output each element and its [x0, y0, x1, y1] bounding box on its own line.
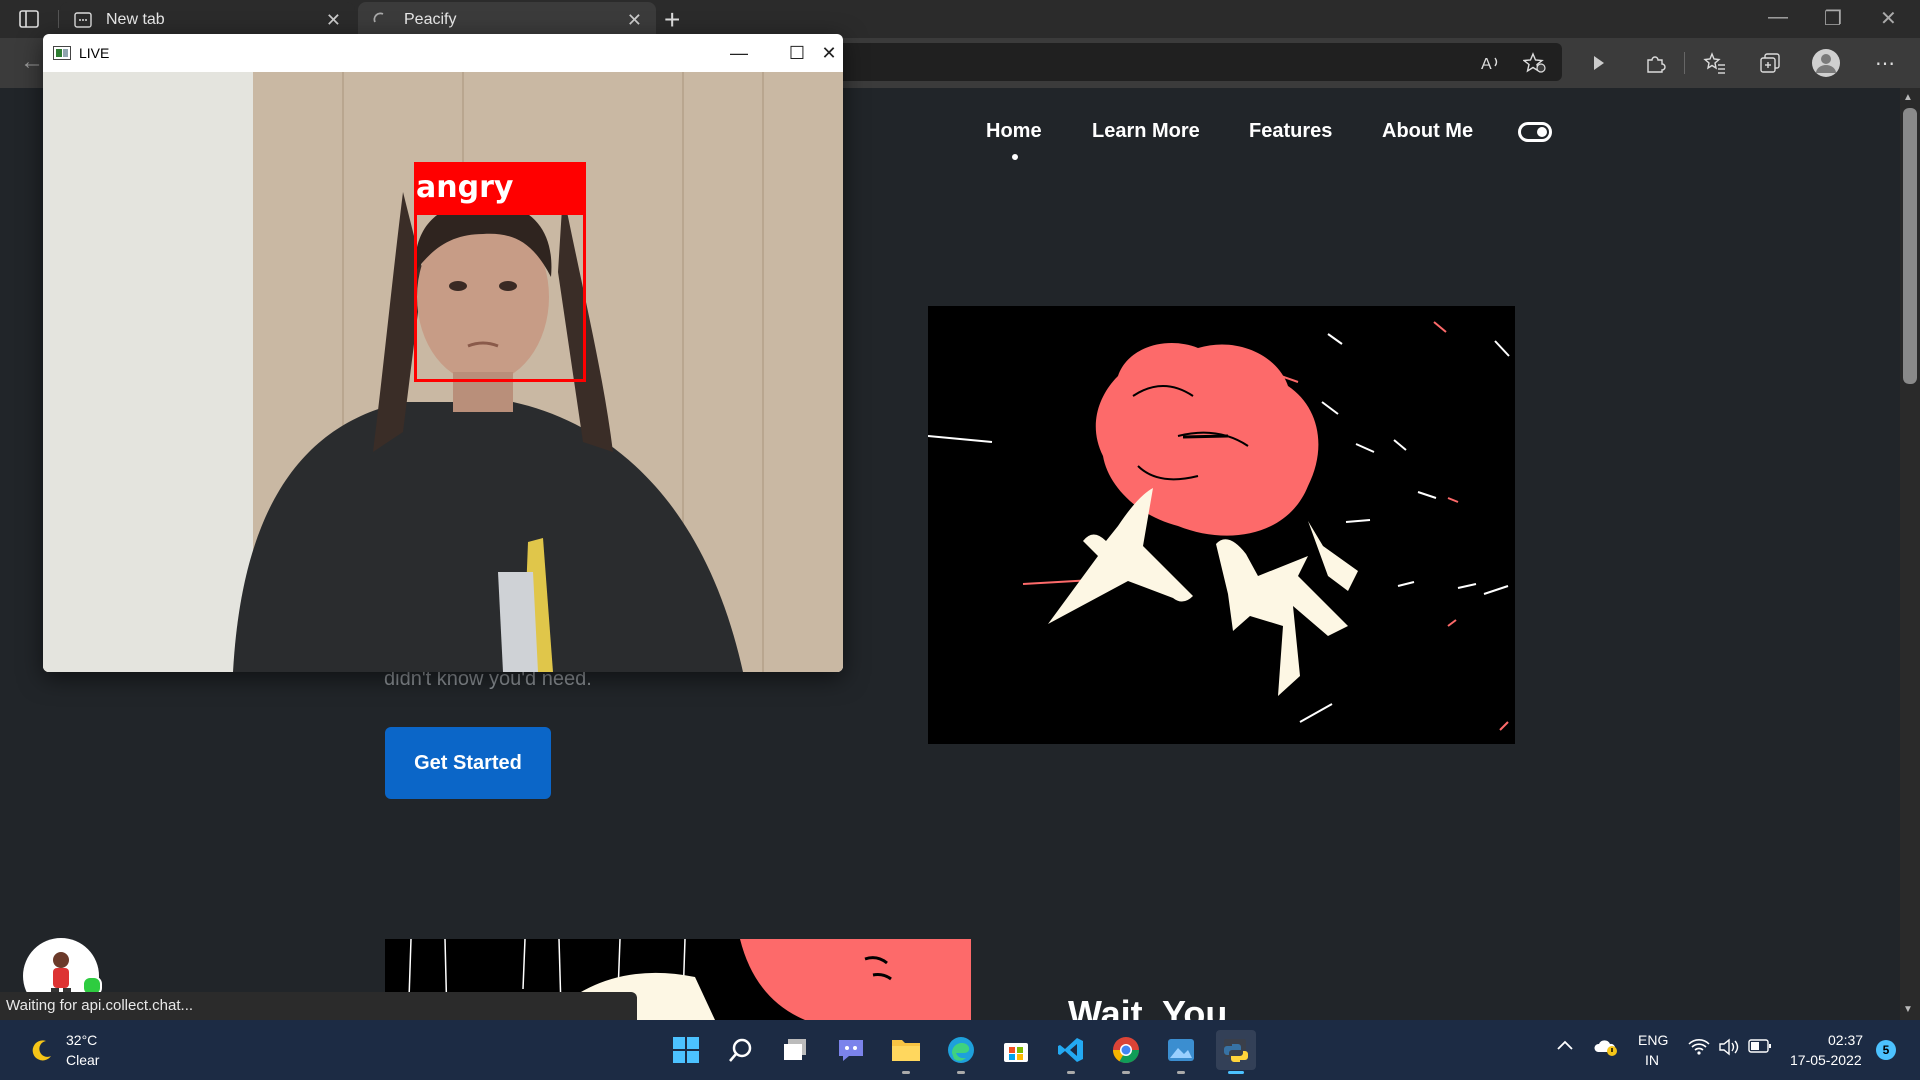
add-favorite-icon[interactable]: [1520, 48, 1550, 78]
start-icon[interactable]: [666, 1030, 706, 1070]
new-tab-page-icon: [74, 11, 92, 29]
section-heading: Wait, You: [1068, 993, 1228, 1020]
tab-new-tab[interactable]: New tab ✕: [60, 2, 355, 38]
loading-spinner-icon: [372, 11, 390, 29]
running-indicator: [1177, 1071, 1185, 1074]
clock-time[interactable]: 02:37: [1828, 1032, 1863, 1048]
face-detection-box: [414, 212, 586, 382]
more-options-icon[interactable]: ⋯: [1870, 48, 1900, 78]
clock-date[interactable]: 17-05-2022: [1790, 1052, 1862, 1068]
notification-badge[interactable]: 5: [1876, 1040, 1896, 1060]
running-indicator: [902, 1071, 910, 1074]
get-started-button[interactable]: Get Started: [385, 727, 551, 799]
scroll-down-arrow-icon[interactable]: ▼: [1903, 1004, 1913, 1015]
windows-taskbar: 32°C Clear ENG IN 02:37 17-05-2022 5: [0, 1020, 1920, 1080]
chevron-right-icon[interactable]: [1584, 48, 1614, 78]
favorites-icon[interactable]: [1700, 48, 1730, 78]
photos-icon[interactable]: [1161, 1030, 1201, 1074]
live-camera-window: LIVE — ☐ ✕ angry: [43, 34, 843, 672]
live-close-icon[interactable]: ✕: [816, 40, 842, 66]
wifi-icon[interactable]: [1688, 1038, 1710, 1061]
tab-separator: [58, 10, 59, 28]
close-tab-icon[interactable]: ✕: [326, 10, 341, 31]
nav-home[interactable]: Home: [986, 120, 1042, 143]
onedrive-warning-icon[interactable]: [1594, 1038, 1618, 1061]
live-minimize-icon[interactable]: —: [726, 40, 752, 66]
running-indicator: [957, 1071, 965, 1074]
read-aloud-icon[interactable]: A: [1476, 48, 1506, 78]
chrome-icon[interactable]: [1106, 1030, 1146, 1074]
running-indicator: [1067, 1071, 1075, 1074]
webcam-feed: angry: [43, 72, 843, 672]
collections-icon[interactable]: [1755, 48, 1785, 78]
tab-peacify[interactable]: Peacify ✕: [358, 2, 656, 38]
weather-description[interactable]: Clear: [66, 1052, 99, 1068]
edge-browser-icon[interactable]: [941, 1030, 981, 1074]
tab-actions-icon[interactable]: [18, 8, 40, 30]
close-tab-icon[interactable]: ✕: [627, 10, 642, 31]
active-app-indicator: [1228, 1071, 1244, 1074]
tab-label: Peacify: [404, 11, 457, 28]
hero-illustration: [927, 306, 1515, 744]
nav-about-me[interactable]: About Me: [1382, 120, 1473, 143]
browser-tab-strip: New tab ✕ Peacify ✕ + — ❐ ✕: [0, 0, 1920, 38]
nav-features[interactable]: Features: [1249, 120, 1332, 143]
scrollbar-thumb[interactable]: [1903, 108, 1917, 384]
theme-toggle[interactable]: [1518, 122, 1552, 142]
microsoft-store-icon[interactable]: [996, 1030, 1036, 1070]
region-indicator[interactable]: IN: [1645, 1052, 1659, 1068]
tab-label: New tab: [106, 11, 165, 28]
battery-icon[interactable]: [1748, 1038, 1772, 1059]
toolbar-separator: [1684, 52, 1685, 74]
svg-text:A: A: [1481, 56, 1492, 73]
running-indicator: [1122, 1071, 1130, 1074]
live-window-title: LIVE: [79, 45, 110, 61]
close-window-icon[interactable]: ✕: [1880, 6, 1897, 31]
moon-weather-icon[interactable]: [28, 1038, 54, 1069]
volume-icon[interactable]: [1718, 1038, 1740, 1061]
new-tab-button[interactable]: +: [664, 4, 680, 36]
live-maximize-icon[interactable]: ☐: [784, 40, 810, 66]
profile-avatar-icon[interactable]: [1811, 48, 1841, 78]
back-arrow-icon[interactable]: ←: [20, 48, 44, 76]
emotion-label: angry: [414, 162, 586, 212]
task-view-icon[interactable]: [776, 1030, 816, 1070]
extensions-icon[interactable]: [1640, 48, 1670, 78]
nav-active-indicator: [1012, 154, 1018, 160]
restore-icon[interactable]: ❐: [1824, 6, 1842, 31]
live-window-titlebar[interactable]: LIVE: [43, 34, 843, 72]
scroll-up-arrow-icon[interactable]: ▲: [1903, 92, 1913, 103]
language-indicator[interactable]: ENG: [1638, 1032, 1668, 1048]
file-explorer-icon[interactable]: [886, 1030, 926, 1074]
teams-chat-icon[interactable]: [831, 1030, 871, 1070]
browser-status-bar: Waiting for api.collect.chat...: [0, 992, 637, 1020]
opencv-app-icon: [53, 46, 71, 60]
nav-learn-more[interactable]: Learn More: [1092, 120, 1200, 143]
show-hidden-icons-chevron-up-icon[interactable]: [1556, 1038, 1574, 1056]
minimize-icon[interactable]: —: [1768, 6, 1788, 29]
python-icon[interactable]: [1216, 1030, 1256, 1074]
search-icon[interactable]: [721, 1030, 761, 1070]
toggle-knob: [1537, 127, 1547, 137]
vscode-icon[interactable]: [1051, 1030, 1091, 1074]
weather-temperature[interactable]: 32°C: [66, 1032, 97, 1048]
